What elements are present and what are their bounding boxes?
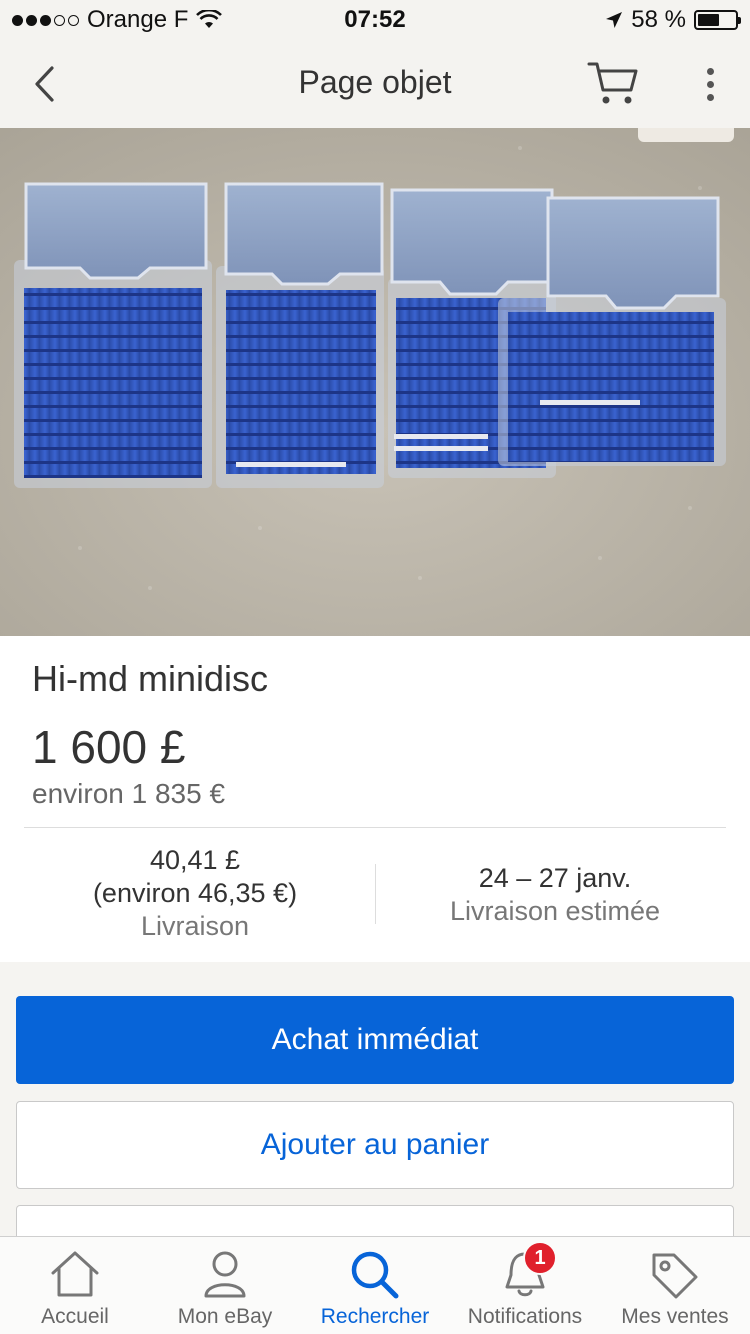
image-tab <box>638 128 734 142</box>
item-price-approx: environ 1 835 € <box>32 778 226 809</box>
shipping-cost: 40,41 £ <box>149 845 241 875</box>
status-right: 58 % <box>605 6 741 34</box>
shipping-cost-approx: (environ 46,35 €) <box>92 878 298 908</box>
home-icon <box>47 1247 103 1301</box>
bell-icon: 1 <box>497 1241 557 1301</box>
tab-my-sales[interactable]: Mes ventes <box>600 1237 750 1334</box>
more-dot-icon <box>706 67 714 75</box>
location-arrow-icon <box>606 12 623 28</box>
tab-search[interactable]: Rechercher <box>300 1237 450 1334</box>
cart-button[interactable] <box>585 58 645 108</box>
more-dot-icon <box>706 80 714 88</box>
notification-badge: 1 <box>523 1241 557 1275</box>
delivery-info: 24 – 27 janv. Livraison estimée <box>385 862 725 928</box>
signal-icon <box>12 14 79 26</box>
tab-label: Mes ventes <box>621 1305 729 1328</box>
status-left: Orange F <box>12 6 223 34</box>
product-image[interactable] <box>0 128 750 636</box>
battery-icon <box>694 10 741 30</box>
tag-icon <box>647 1247 703 1301</box>
wifi-icon <box>196 10 223 28</box>
item-info-panel: Hi-md minidisc 1 600 £ environ 1 835 € 4… <box>0 636 750 962</box>
tab-label: Notifications <box>467 1305 583 1328</box>
tab-my-ebay[interactable]: Mon eBay <box>150 1237 300 1334</box>
tab-label: Mon eBay <box>177 1305 273 1328</box>
shipping-label: Livraison <box>140 911 250 941</box>
tab-notifications[interactable]: 1 Notifications <box>450 1237 600 1334</box>
add-to-cart-button[interactable]: Ajouter au panier <box>16 1101 734 1189</box>
delivery-label: Livraison estimée <box>449 896 661 926</box>
delivery-dates: 24 – 27 janv. <box>478 863 632 893</box>
tab-label: Accueil <box>41 1305 109 1328</box>
buy-now-button[interactable]: Achat immédiat <box>16 996 734 1084</box>
search-icon <box>347 1247 403 1301</box>
more-options-button[interactable] <box>694 62 726 106</box>
vertical-divider <box>375 864 376 924</box>
battery-percent: 58 % <box>631 6 686 33</box>
tab-bar: Accueil Mon eBay Rechercher 1 Notificati… <box>0 1236 750 1334</box>
product-photo <box>0 128 750 636</box>
divider <box>24 827 726 828</box>
item-title: Hi-md minidisc <box>32 658 269 699</box>
item-price: 1 600 £ <box>32 721 186 773</box>
more-dot-icon <box>706 93 714 101</box>
tab-home[interactable]: Accueil <box>0 1237 150 1334</box>
shipping-info: 40,41 £ (environ 46,35 €) Livraison <box>25 844 365 943</box>
user-icon <box>197 1247 253 1301</box>
navigation-bar: Page objet <box>0 40 750 128</box>
tab-label: Rechercher <box>320 1305 430 1328</box>
battery-fill <box>698 14 719 26</box>
carrier-name: Orange F <box>87 6 189 33</box>
cart-icon <box>587 62 638 104</box>
status-bar: Orange F 07:52 58 % <box>0 0 750 40</box>
